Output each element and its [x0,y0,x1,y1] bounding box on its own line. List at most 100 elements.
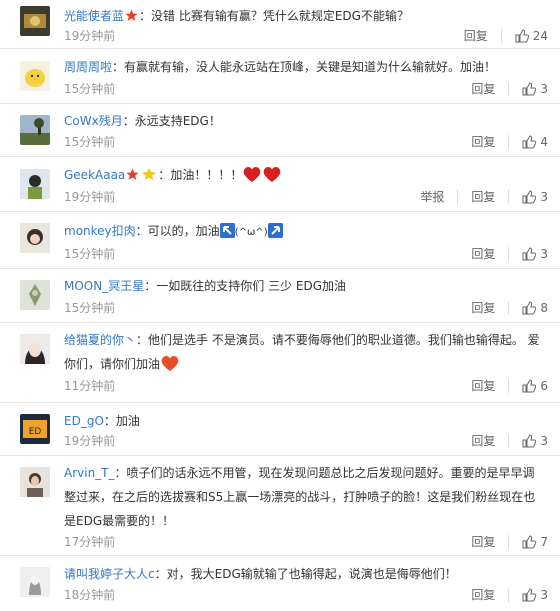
avatar[interactable] [20,169,50,199]
colon: ： [158,168,171,182]
divider [508,587,510,602]
avatar[interactable] [20,280,50,310]
comment-item: 请叫我婷子大人c：对，我大EDG输就输了也输得起，说演也是侮辱他们！ 18分钟前… [0,556,560,611]
comment-item: CoWx残月：永远支持EDG！ 15分钟前 回复 4 [0,104,560,157]
divider [508,134,510,149]
username[interactable]: MOON_冥王星 [64,279,144,293]
comment-time: 17分钟前 [64,535,116,549]
comment-text: 整过来，在之后的选拔赛和S5上赢一场漂亮的战斗，打肿喷子的脸！这是我们粉丝现在也 [64,490,536,504]
like-button[interactable]: 3 [522,82,548,96]
divider [508,433,510,448]
reply-button[interactable]: 回复 [471,133,495,150]
like-button[interactable]: 3 [522,190,548,204]
divider [508,378,510,393]
comment-text: 是EDG最需要的！！ [64,514,175,528]
reply-button[interactable]: 回复 [471,533,495,550]
comment-text: 没错 比赛有输有赢？凭什么就规定EDG不能输？ [151,9,409,23]
comment-item: monkey扣肉：可以的，加油 (^ω^) 15分钟前 回复 3 [0,212,560,269]
like-button[interactable]: 7 [522,535,548,549]
reply-button[interactable]: 回复 [464,27,488,44]
comment-text: 你们，请你们加油 [64,357,161,371]
divider [508,300,510,315]
arrow-up-right-emoji-icon [267,223,283,238]
thumbs-up-icon [522,300,537,314]
heart-emoji-icon [244,167,261,182]
colon: ： [139,9,152,23]
comment-text: 加油 [115,414,140,428]
like-button[interactable]: 3 [522,434,548,448]
username[interactable]: 请叫我婷子大人c [64,567,155,581]
username[interactable]: Arvin_T_ [64,466,115,480]
comment-time: 15分钟前 [64,135,116,149]
username[interactable]: CoWx残月 [64,114,123,128]
colon: ： [144,279,157,293]
kaomoji: (^ω^) [234,227,268,238]
reply-button[interactable]: 回复 [471,80,495,97]
thumbs-up-icon [522,81,537,95]
avatar[interactable] [20,6,50,36]
star-badge-icon [126,168,139,180]
comment-time: 11分钟前 [64,379,116,393]
colon: ： [135,224,148,238]
reply-button[interactable]: 回复 [471,299,495,316]
username[interactable]: 周周周啦 [64,60,112,74]
comment-text: 他们是选手 不是演员。请不要侮辱他们的职业道德。我们输也输得起。 爱 [148,333,540,347]
comment-text: 加油！！！！ [170,168,243,182]
like-count: 3 [540,189,548,204]
like-button[interactable]: 3 [522,588,548,602]
comment-text: 喷子们的话永远不用管，现在发现问题总比之后发现问题好。重要的是早早调 [126,466,535,480]
comment-item: ED ED_gO：加油 19分钟前 回复 3 [0,403,560,456]
reply-button[interactable]: 回复 [471,188,495,205]
comment-text: 永远支持EDG！ [134,114,221,128]
avatar[interactable] [20,467,50,497]
username[interactable]: monkey扣肉 [64,224,136,238]
comment-time: 19分钟前 [64,434,116,448]
username[interactable]: ED_gO [64,414,104,428]
like-button[interactable]: 3 [522,247,548,261]
like-button[interactable]: 8 [522,301,548,315]
divider [508,189,510,204]
avatar[interactable] [20,223,50,253]
avatar[interactable] [20,61,50,91]
comment-item: GeekAaaa ：加油！！！！ 19分钟前 举报 回复 3 [0,157,560,212]
username[interactable]: 光能使者蓝 [64,9,124,23]
reply-button[interactable]: 回复 [471,377,495,394]
reply-button[interactable]: 回复 [471,245,495,262]
avatar[interactable] [20,567,50,597]
comment-time: 18分钟前 [64,588,116,602]
like-button[interactable]: 6 [522,379,548,393]
comment-item: Arvin_T_：喷子们的话永远不用管，现在发现问题总比之后发现问题好。重要的是… [0,456,560,556]
divider [508,246,510,261]
reply-button[interactable]: 回复 [471,586,495,603]
like-count: 4 [540,134,548,149]
avatar[interactable] [20,334,50,364]
comment-time: 15分钟前 [64,301,116,315]
like-button[interactable]: 24 [515,29,548,43]
like-count: 24 [532,28,548,43]
comment-item: 光能使者蓝 ：没错 比赛有输有赢？凭什么就规定EDG不能输？ 19分钟前 回复 2… [0,0,560,49]
svg-text:ED: ED [29,427,42,437]
comment-text: 有赢就有输，没人能永远站在顶峰，关键是知道为什么输就好。加油！ [124,60,497,74]
report-button[interactable]: 举报 [420,188,444,205]
like-count: 7 [540,534,548,549]
username[interactable]: 给猫夏的你丶 [64,333,136,347]
reply-button[interactable]: 回复 [471,432,495,449]
divider [457,189,459,204]
like-count: 3 [540,81,548,96]
comment-time: 19分钟前 [64,190,116,204]
username[interactable]: GeekAaaa [64,168,125,182]
comment-item: 给猫夏的你丶：他们是选手 不是演员。请不要侮辱他们的职业道德。我们输也输得起。 … [0,323,560,403]
avatar[interactable] [20,115,50,145]
like-count: 3 [540,587,548,602]
comment-item: 周周周啦：有赢就有输，没人能永远站在顶峰，关键是知道为什么输就好。加油！ 15分… [0,49,560,104]
colon: ： [122,114,135,128]
like-button[interactable]: 4 [522,135,548,149]
divider [500,28,502,43]
thumbs-up-icon [522,433,537,447]
comment-time: 15分钟前 [64,82,116,96]
colon: ： [103,414,116,428]
comment-item: MOON_冥王星：一如既往的支持你们 三少 EDG加油 15分钟前 回复 8 [0,269,560,323]
comment-text: 可以的，加油 [147,224,220,238]
like-count: 3 [540,246,548,261]
avatar[interactable]: ED [20,414,50,444]
